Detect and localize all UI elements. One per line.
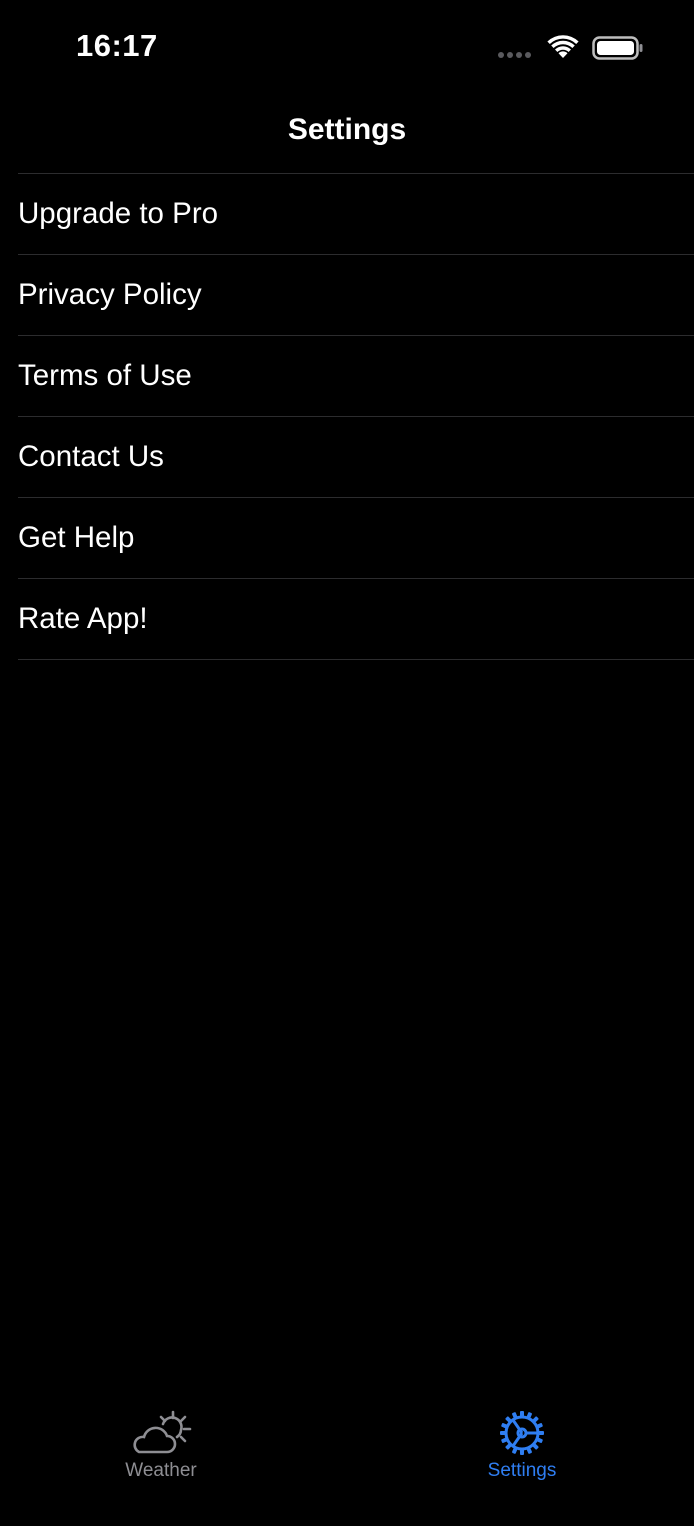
menu-item-upgrade-to-pro[interactable]: Upgrade to Pro xyxy=(18,174,694,255)
tab-weather-label: Weather xyxy=(125,1460,197,1481)
status-bar: 16:17 xyxy=(0,0,694,96)
tab-weather[interactable]: Weather xyxy=(71,1408,251,1482)
tab-bar: Weather Settings xyxy=(0,1396,694,1526)
status-time: 16:17 xyxy=(76,28,158,63)
battery-icon xyxy=(592,36,644,65)
tab-settings[interactable]: Settings xyxy=(432,1408,612,1482)
menu-item-rate-app[interactable]: Rate App! xyxy=(18,579,694,660)
wifi-icon xyxy=(546,34,580,65)
menu-item-get-help[interactable]: Get Help xyxy=(18,498,694,579)
menu-item-privacy-policy[interactable]: Privacy Policy xyxy=(18,255,694,336)
cellular-signal-icon xyxy=(498,52,531,58)
cloud-sun-icon xyxy=(129,1408,193,1458)
page-title: Settings xyxy=(287,113,407,146)
menu-item-terms-of-use[interactable]: Terms of Use xyxy=(18,336,694,417)
gear-icon xyxy=(497,1408,547,1458)
tab-settings-label: Settings xyxy=(487,1460,557,1481)
menu-item-contact-us[interactable]: Contact Us xyxy=(18,417,694,498)
settings-list: Upgrade to Pro Privacy Policy Terms of U… xyxy=(18,173,694,660)
